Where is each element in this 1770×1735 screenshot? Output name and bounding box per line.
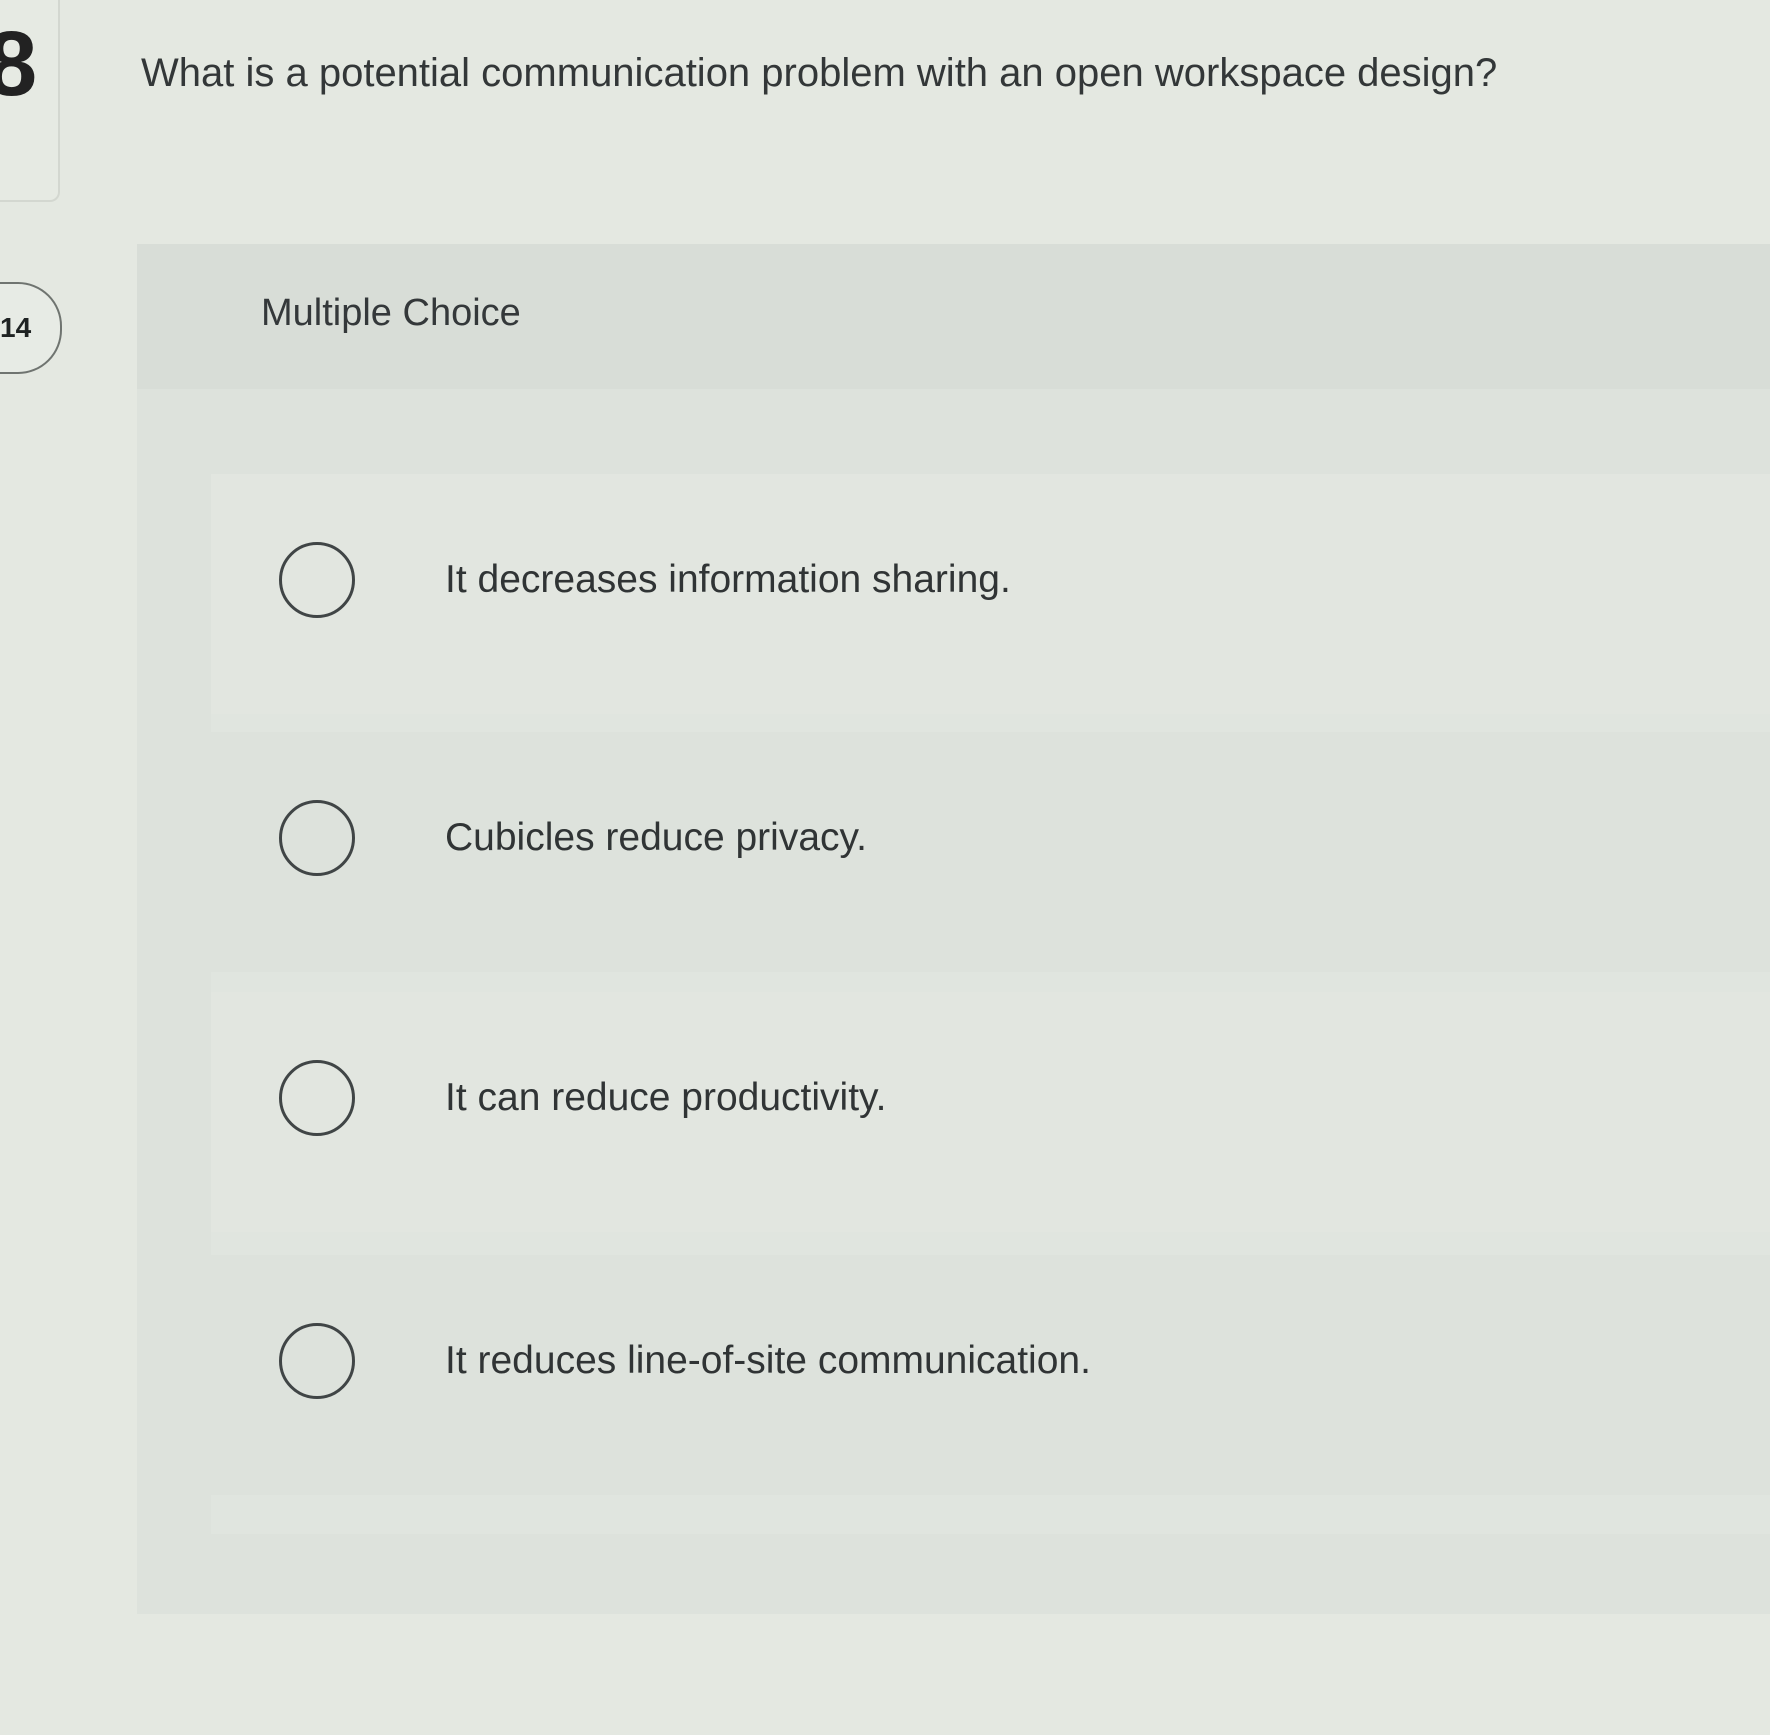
choice-label[interactable]: It decreases information sharing. [445, 558, 1011, 602]
question-type-header: Multiple Choice [137, 244, 1770, 389]
question-prompt: What is a potential communication proble… [141, 51, 1498, 95]
choice-option-3[interactable]: It can reduce productivity. [211, 992, 1770, 1232]
points-value: 14 [0, 312, 32, 343]
question-nav-rail: 8 [0, 0, 60, 202]
choices-list: It decreases information sharing. Cubicl… [211, 474, 1770, 1534]
choice-option-2[interactable]: Cubicles reduce privacy. [211, 732, 1770, 972]
radio-button-icon[interactable] [279, 800, 355, 876]
points-badge: 14 [0, 282, 62, 374]
radio-button-icon[interactable] [279, 1060, 355, 1136]
choice-label[interactable]: It can reduce productivity. [445, 1076, 887, 1120]
choice-label[interactable]: Cubicles reduce privacy. [445, 816, 867, 860]
choice-label[interactable]: It reduces line-of-site communication. [445, 1339, 1091, 1383]
radio-button-icon[interactable] [279, 542, 355, 618]
question-type-label: Multiple Choice [261, 292, 521, 334]
choice-option-4[interactable]: It reduces line-of-site communication. [211, 1255, 1770, 1495]
choice-option-1[interactable]: It decreases information sharing. [211, 474, 1770, 714]
radio-button-icon[interactable] [279, 1323, 355, 1399]
question-number: 8 [0, 13, 38, 115]
answer-panel: Multiple Choice It decreases information… [137, 244, 1770, 1614]
